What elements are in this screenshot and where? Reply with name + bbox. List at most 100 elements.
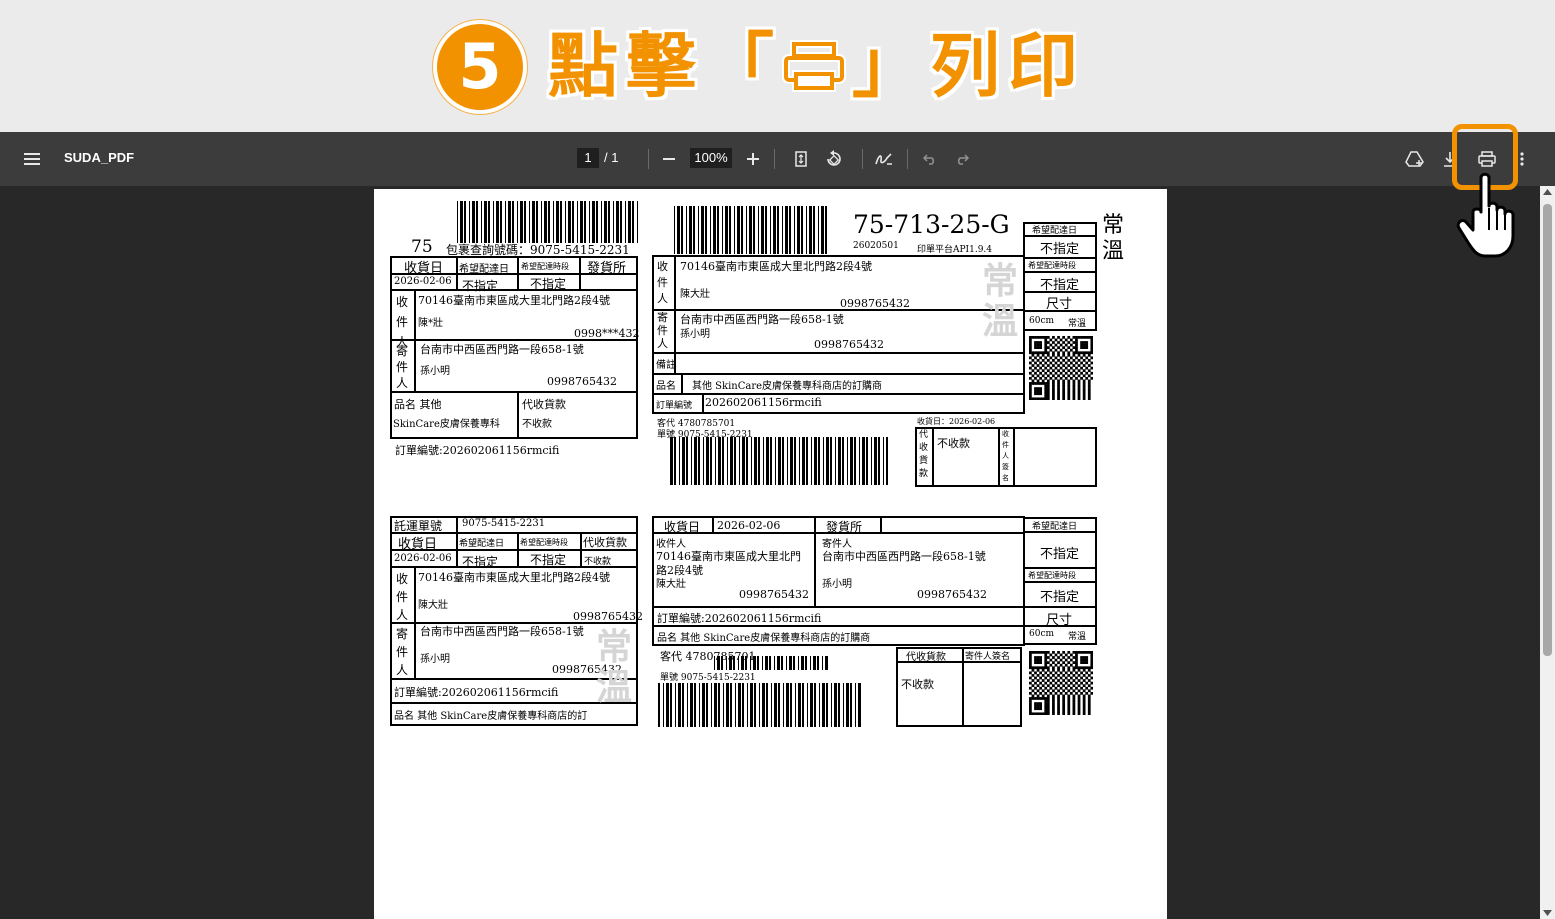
page-total: / 1 [604, 150, 619, 165]
qr-module [1075, 691, 1078, 695]
qr-module [1080, 656, 1083, 659]
qr-module [1036, 359, 1040, 362]
qr-module [1064, 356, 1068, 360]
qr-module [1087, 394, 1091, 398]
waybill-number: 單號 9075-5415-2231 [660, 673, 756, 683]
qr-module [1087, 389, 1091, 393]
qr-module [1029, 382, 1032, 385]
qr-module [1036, 697, 1040, 700]
barcode-bar [801, 656, 804, 670]
zoom-out-icon[interactable] [655, 145, 683, 173]
barcode-bar [632, 201, 634, 243]
qr-module [1067, 699, 1071, 703]
zoom-input[interactable]: 100% [690, 148, 732, 168]
qr-module [1044, 343, 1048, 347]
scroll-up-icon[interactable] [1543, 189, 1552, 195]
qr-module [1082, 346, 1086, 349]
qr-module [1057, 392, 1060, 396]
rotate-icon[interactable] [820, 145, 848, 173]
redo-icon[interactable] [948, 145, 976, 173]
qr-module [1087, 384, 1091, 388]
qr-module [1046, 336, 1050, 339]
qr-module [1087, 353, 1091, 357]
menu-icon[interactable] [18, 145, 46, 173]
qr-module [1031, 666, 1035, 670]
qr-module [1072, 656, 1076, 659]
qr-module [1090, 371, 1093, 375]
qr-module [1085, 341, 1089, 344]
qr-module [1075, 341, 1078, 344]
barcode-bar [758, 437, 760, 485]
barcode-bar [771, 683, 772, 727]
qr-module [1090, 676, 1093, 680]
qr-module [1087, 694, 1091, 698]
qr-module [1029, 697, 1032, 700]
qr-module [1085, 658, 1089, 662]
undo-icon[interactable] [916, 145, 944, 173]
scroll-down-icon[interactable] [1543, 910, 1552, 916]
qr-module [1067, 369, 1071, 373]
save-to-drive-icon[interactable] [1401, 145, 1429, 173]
qr-module [1052, 369, 1055, 373]
barcode-bar [741, 206, 743, 254]
barcode-bar [765, 206, 767, 254]
qr-module [1077, 704, 1081, 708]
qr-module [1067, 351, 1071, 355]
qr-module [1062, 389, 1066, 393]
annotate-icon[interactable] [870, 145, 898, 173]
barcode-bar [749, 206, 752, 254]
qr-module [1057, 674, 1060, 677]
qr-module [1046, 694, 1050, 698]
qr-module [1064, 691, 1068, 695]
qr-module [1041, 336, 1045, 339]
barcode-bar [730, 683, 732, 727]
qr-module [1034, 712, 1037, 715]
barcode-bar [666, 683, 669, 727]
qr-module [1067, 689, 1071, 693]
barcode-bar [517, 201, 518, 243]
qr-module [1057, 336, 1060, 339]
qr-module [1075, 653, 1078, 657]
qr-module [1029, 384, 1032, 388]
barcode-bar [747, 683, 748, 727]
page-number-input[interactable]: 1 [577, 148, 599, 168]
qr-code [1029, 651, 1093, 715]
qr-module [1085, 343, 1089, 347]
waybill-label: 託運單號 [394, 519, 443, 533]
barcode-bar [793, 656, 795, 670]
qr-module [1034, 651, 1037, 654]
toolbar-divider [862, 149, 863, 169]
qr-module [1029, 361, 1032, 365]
qr-module [1057, 689, 1060, 693]
zoom-in-icon[interactable] [739, 145, 767, 173]
qr-module [1072, 702, 1076, 705]
qr-module [1036, 674, 1040, 677]
qr-module [1034, 397, 1037, 400]
barcode-bar [706, 683, 708, 727]
qr-module [1046, 707, 1050, 711]
barcode-bar [782, 206, 783, 254]
qr-module [1075, 651, 1078, 654]
qr-module [1075, 336, 1078, 339]
qr-module [1036, 369, 1040, 373]
qr-module [1069, 371, 1073, 375]
qr-module [1085, 376, 1089, 380]
qr-module [1080, 361, 1083, 365]
qr-module [1049, 338, 1053, 342]
qr-module [1082, 668, 1086, 672]
fit-page-icon[interactable] [787, 145, 815, 173]
order-number: 訂單編號:202602061156rmcifi [395, 444, 560, 457]
qr-module [1077, 397, 1081, 400]
barcode-bar [777, 656, 780, 670]
qr-module [1075, 338, 1078, 342]
qr-module [1057, 709, 1060, 713]
qr-module [1044, 691, 1048, 695]
qr-module [1044, 376, 1048, 380]
qr-module [1057, 699, 1060, 703]
qr-module [1057, 661, 1060, 664]
qr-module [1064, 653, 1068, 657]
barcode-bar [553, 201, 554, 243]
qr-module [1082, 707, 1086, 711]
scrollbar-thumb[interactable] [1543, 204, 1552, 656]
qr-module [1046, 353, 1050, 357]
